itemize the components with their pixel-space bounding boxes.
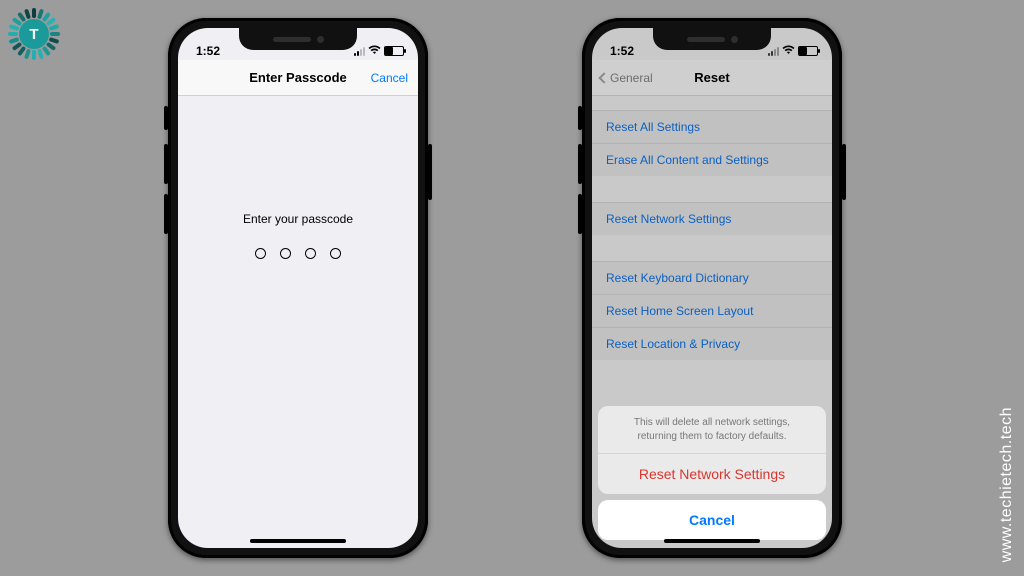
screen-passcode: 1:52 Enter Passcode Cancel Enter your pa… — [178, 28, 418, 548]
wifi-icon — [782, 44, 795, 58]
back-button[interactable]: General — [600, 71, 653, 85]
volume-up-button — [578, 144, 582, 184]
notch — [239, 28, 357, 50]
site-logo: T — [6, 6, 62, 62]
home-indicator[interactable] — [250, 539, 346, 543]
reset-option-row[interactable]: Erase All Content and Settings — [592, 144, 832, 176]
reset-option-row[interactable]: Reset Location & Privacy — [592, 328, 832, 360]
reset-option-row[interactable]: Reset Keyboard Dictionary — [592, 261, 832, 295]
reset-option-row[interactable]: Reset Network Settings — [592, 202, 832, 235]
nav-title: Reset — [694, 70, 729, 85]
volume-up-button — [164, 144, 168, 184]
phone-frame-reset: 1:52 General Reset Reset All SettingsEra… — [582, 18, 842, 558]
wifi-icon — [368, 44, 381, 58]
volume-down-button — [578, 194, 582, 234]
signal-icon — [768, 46, 779, 56]
power-button — [428, 144, 432, 200]
power-button — [842, 144, 846, 200]
chevron-left-icon — [598, 72, 609, 83]
screen-reset: 1:52 General Reset Reset All SettingsEra… — [592, 28, 832, 548]
status-time: 1:52 — [196, 44, 220, 58]
phone-frame-passcode: 1:52 Enter Passcode Cancel Enter your pa… — [168, 18, 428, 558]
sheet-cancel-button[interactable]: Cancel — [598, 500, 826, 540]
back-label: General — [610, 71, 653, 85]
reset-option-row[interactable]: Reset All Settings — [592, 110, 832, 144]
nav-title: Enter Passcode — [249, 70, 347, 85]
mute-switch — [578, 106, 582, 130]
passcode-dots[interactable] — [178, 248, 418, 259]
battery-icon — [384, 46, 404, 56]
passcode-dot — [255, 248, 266, 259]
status-time: 1:52 — [610, 44, 634, 58]
signal-icon — [354, 46, 365, 56]
reset-options-list: Reset All SettingsErase All Content and … — [592, 110, 832, 360]
nav-bar: General Reset — [592, 60, 832, 96]
site-watermark: www.techietech.tech — [998, 407, 1016, 562]
notch — [653, 28, 771, 50]
action-sheet: This will delete all network settings, r… — [598, 406, 826, 540]
sheet-message: This will delete all network settings, r… — [598, 406, 826, 454]
reset-option-row[interactable]: Reset Home Screen Layout — [592, 295, 832, 328]
passcode-dot — [280, 248, 291, 259]
home-indicator[interactable] — [664, 539, 760, 543]
cancel-button[interactable]: Cancel — [371, 71, 408, 85]
passcode-dot — [305, 248, 316, 259]
passcode-prompt: Enter your passcode — [178, 212, 418, 226]
logo-letter: T — [19, 19, 49, 49]
volume-down-button — [164, 194, 168, 234]
mute-switch — [164, 106, 168, 130]
battery-icon — [798, 46, 818, 56]
sheet-confirm-button[interactable]: Reset Network Settings — [598, 454, 826, 494]
passcode-dot — [330, 248, 341, 259]
nav-bar: Enter Passcode Cancel — [178, 60, 418, 96]
